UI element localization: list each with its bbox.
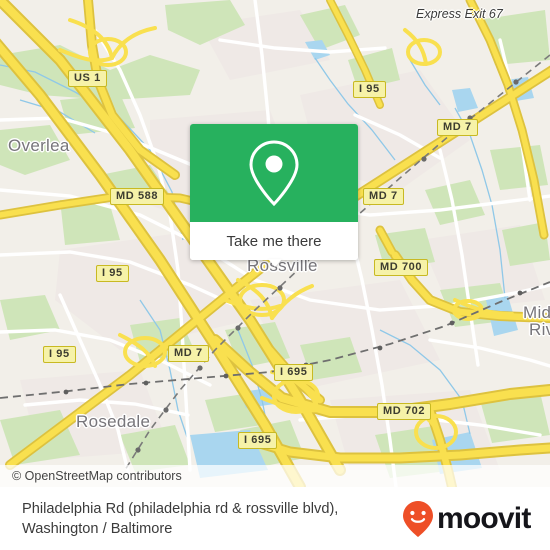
shield-md-7-east[interactable]: MD 7 [363, 188, 404, 205]
shield-i-95-top[interactable]: I 95 [353, 81, 386, 98]
moovit-smiley-pin-icon [403, 500, 433, 537]
map-pin-icon [249, 140, 299, 207]
express-exit-label: Express Exit 67 [416, 7, 503, 21]
location-title-line-1: Philadelphia Rd (philadelphia rd & rossv… [22, 500, 339, 517]
shield-md-700[interactable]: MD 700 [374, 259, 429, 276]
place-label-middle-river-line2: River [529, 320, 550, 339]
poi-card-header [190, 124, 358, 222]
map-screenshot-page: Overlea Rossville Rosedale Middle River … [0, 0, 550, 550]
moovit-logo[interactable]: moovit [402, 500, 531, 538]
shield-i-695-south[interactable]: I 695 [238, 432, 278, 449]
shield-md-702[interactable]: MD 702 [377, 403, 432, 420]
footer-bar: Philadelphia Rd (philadelphia rd & rossv… [0, 487, 550, 550]
shield-md-7-northeast[interactable]: MD 7 [437, 119, 478, 136]
shield-us-1[interactable]: US 1 [68, 70, 107, 87]
place-label-rosedale: Rosedale [76, 412, 151, 431]
place-label-overlea: Overlea [8, 136, 70, 155]
location-title-line-2: Washington / Baltimore [22, 520, 173, 537]
shield-md-7-south[interactable]: MD 7 [168, 345, 209, 362]
location-title: Philadelphia Rd (philadelphia rd & rossv… [22, 499, 402, 539]
attribution-text: © OpenStreetMap contributors [12, 469, 182, 483]
map-canvas[interactable]: Overlea Rossville Rosedale Middle River … [0, 0, 550, 487]
take-me-there-button[interactable]: Take me there [190, 222, 358, 260]
shield-i-95-mid[interactable]: I 95 [96, 265, 129, 282]
poi-card-pointer [268, 259, 282, 267]
shield-i-695-north[interactable]: I 695 [274, 364, 314, 381]
poi-callout-card[interactable]: Take me there [190, 124, 358, 260]
map-attribution: © OpenStreetMap contributors [0, 465, 550, 487]
shield-i-95-southwest[interactable]: I 95 [43, 346, 76, 363]
shield-md-588[interactable]: MD 588 [110, 188, 165, 205]
moovit-wordmark: moovit [437, 501, 531, 535]
